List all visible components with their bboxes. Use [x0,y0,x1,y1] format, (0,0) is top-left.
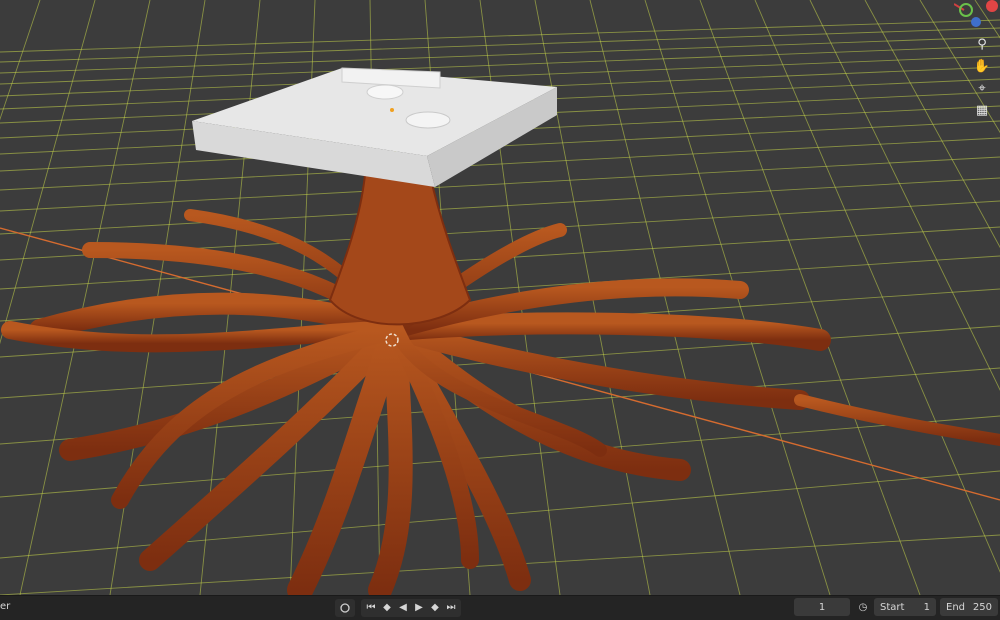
zoom-icon[interactable]: ⚲ [970,34,994,54]
timeline-bar: er ⏮ ◆ ◀ ▶ ◆ ⏭ 1 ◷ Start 1 End 250 [0,595,1000,620]
end-value: 250 [972,601,992,613]
z-axis-icon[interactable] [971,17,981,27]
scene-canvas[interactable] [0,0,1000,595]
prev-keyframe-icon[interactable]: ◆ [381,599,393,617]
platform-origin [390,108,394,112]
current-frame-value: 1 [818,601,826,613]
x-axis-icon[interactable] [986,0,998,12]
jump-end-icon[interactable]: ⏭ [445,599,457,617]
play-reverse-icon[interactable]: ◀ [397,599,409,617]
axis-gizmo[interactable] [953,0,1000,30]
3d-viewport[interactable]: ⚲ ✋ ⌖ ▦ [0,0,1000,595]
next-keyframe-icon[interactable]: ◆ [429,599,441,617]
y-axis-icon[interactable] [959,3,973,17]
pan-hand-icon[interactable]: ✋ [970,56,994,76]
end-label: End [946,601,966,613]
jump-start-icon[interactable]: ⏮ [365,599,377,617]
keying-set-button[interactable] [335,598,355,617]
camera-icon[interactable]: ⌖ [970,78,994,98]
stopwatch-icon[interactable]: ◷ [854,598,872,616]
playback-buttons: ⏮ ◆ ◀ ▶ ◆ ⏭ [361,598,461,617]
tree-trunk [328,174,472,326]
navigation-gizmo[interactable]: ⚲ ✋ ⌖ ▦ [953,0,1000,140]
start-value: 1 [923,601,930,613]
platform-peg [366,84,404,100]
platform-hole [405,111,451,129]
grid-toggle-icon[interactable]: ▦ [970,100,994,120]
current-frame-field[interactable]: 1 [794,598,850,616]
playback-controls: ⏮ ◆ ◀ ▶ ◆ ⏭ [335,598,461,617]
end-frame-field[interactable]: End 250 [940,598,998,616]
start-frame-field[interactable]: Start 1 [874,598,936,616]
play-icon[interactable]: ▶ [413,599,425,617]
timeline-left-label: er [0,601,11,612]
start-label: Start [880,601,905,613]
